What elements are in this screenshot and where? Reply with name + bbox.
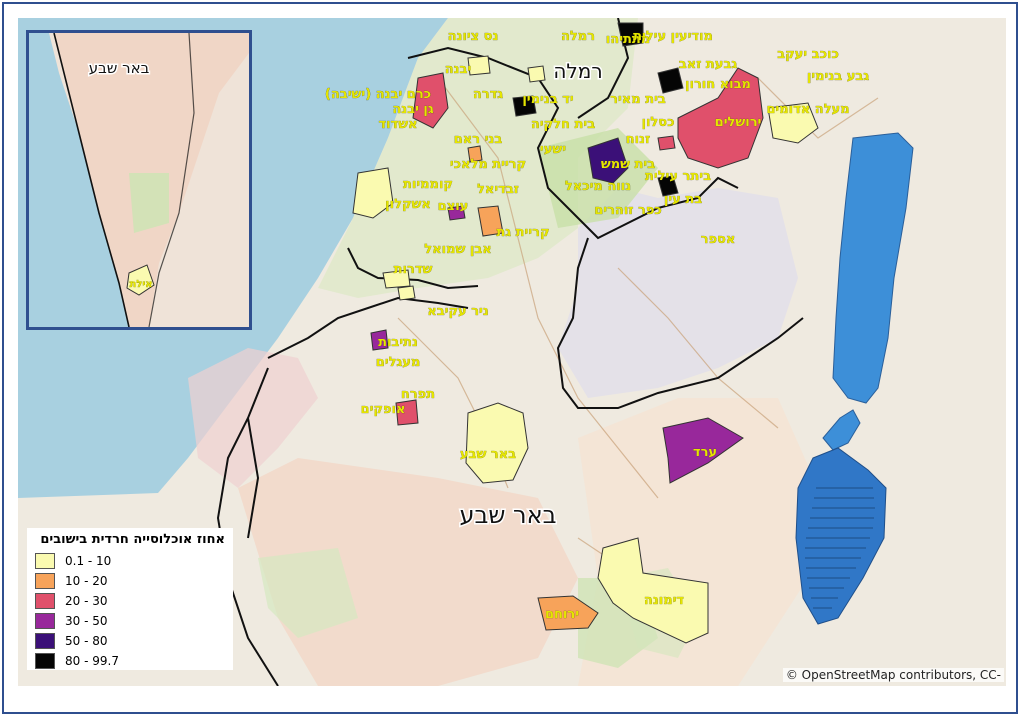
settlement-label: ישעי: [540, 142, 566, 157]
settlement-label: אבן שמואל: [424, 242, 491, 257]
legend-swatch: [35, 553, 55, 569]
settlement-label: קריית גת: [496, 225, 549, 240]
settlement-label: ניר עקיבא: [427, 304, 489, 319]
dead-sea-north: [832, 132, 914, 404]
settlement-label: גבע בנימין: [807, 69, 869, 84]
polygon-small-3: [657, 135, 676, 151]
legend-label: 30 - 50: [65, 614, 108, 628]
settlement-label: שדרות: [394, 262, 433, 277]
settlement-label: אשדוד: [378, 117, 417, 132]
settlement-label: גבעת זאב: [679, 57, 738, 72]
settlement-label: גדרה: [473, 87, 503, 102]
settlement-label: אשקלון: [385, 197, 431, 212]
district-label-beer-sheva: באר שבע: [460, 501, 557, 529]
settlement-label: כרם יבנה (ישיבה): [325, 87, 431, 102]
legend-label: 50 - 80: [65, 634, 108, 648]
settlement-label: נתיבות: [378, 335, 418, 350]
inset-map: באר שבע אילת: [26, 30, 252, 330]
legend-label: 20 - 30: [65, 594, 108, 608]
legend-swatch: [35, 573, 55, 589]
settlement-label: נס ציונה: [448, 29, 499, 44]
settlement-label: יבנה: [445, 62, 472, 77]
settlement-label: כוכב יעקב: [777, 47, 839, 62]
settlement-label: דימונה: [644, 593, 685, 608]
inset-map-svg: באר שבע אילת: [29, 33, 249, 327]
settlement-label: בית מאיר: [610, 92, 666, 107]
settlement-label: ביתר עילית: [645, 169, 711, 184]
settlement-label: מעגלים: [376, 355, 421, 370]
district-label-ramla: רמלה: [553, 59, 602, 83]
map-attribution[interactable]: © OpenStreetMap contributors, CC-: [782, 668, 1004, 682]
polygon-small-1: [527, 65, 546, 83]
legend-item: 10 - 20: [35, 571, 225, 591]
settlement-label: מודיעין עילית: [633, 29, 713, 44]
settlement-label: זנוח: [626, 132, 651, 147]
legend-swatch: [35, 593, 55, 609]
settlement-label: גן יבנה: [392, 102, 434, 117]
settlement-label: נווה מיכאל: [565, 179, 631, 194]
legend-label: 80 - 99.7: [65, 654, 119, 668]
legend-rows: 0.1 - 10 10 - 20 20 - 30 30 - 50 50 - 80 80 -…: [35, 551, 225, 671]
settlement-label: עוצם: [438, 199, 469, 214]
settlement-label: באר שבע: [460, 447, 516, 462]
settlement-label: ירוחם: [545, 607, 579, 622]
legend-swatch: [35, 653, 55, 669]
settlement-label: זבדיאל: [477, 182, 519, 197]
settlement-label: בני ראם: [454, 132, 503, 147]
settlement-label: אספר: [701, 232, 736, 247]
legend-label: 10 - 20: [65, 574, 108, 588]
legend-title: אחוז אוכלוסייה חרדית בישובים: [40, 532, 225, 547]
settlement-label: רמלה: [561, 29, 595, 44]
settlement-label: תפרח: [401, 387, 435, 402]
inset-district-label: באר שבע: [89, 59, 150, 77]
settlement-label: ירושלים: [715, 115, 762, 130]
inset-town-label: אילת: [129, 279, 152, 290]
settlement-label: מבוא חורון: [685, 77, 751, 92]
polygon-beer-sheva: [465, 402, 529, 484]
settlement-label: בת עין: [664, 192, 702, 207]
legend-label: 0.1 - 10: [65, 554, 112, 568]
settlement-label: בית חלקיה: [531, 117, 595, 132]
legend-swatch: [35, 613, 55, 629]
legend-item: 30 - 50: [35, 611, 225, 631]
settlement-label: ערד: [693, 445, 717, 460]
settlement-label: יד בנימין: [522, 92, 573, 107]
settlement-label: מעלה אדומים: [766, 102, 849, 117]
settlement-label: כפר זוהרים: [594, 203, 662, 218]
settlement-label: אופקים: [361, 402, 406, 417]
legend-item: 20 - 30: [35, 591, 225, 611]
legend-swatch: [35, 633, 55, 649]
legend-item: 0.1 - 10: [35, 551, 225, 571]
inset-green: [129, 173, 169, 233]
settlement-label: קוממיות: [403, 177, 453, 192]
polygon-small-2: [467, 55, 491, 76]
legend-item: 50 - 80: [35, 631, 225, 651]
dead-sea-south: [795, 447, 887, 625]
settlement-label: כסלון: [642, 115, 675, 130]
dead-sea-middle: [822, 409, 861, 451]
polygon-small-4: [397, 285, 416, 301]
legend: אחוז אוכלוסייה חרדית בישובים 0.1 - 10 10 …: [27, 528, 233, 670]
legend-item: 80 - 99.7: [35, 651, 225, 671]
settlement-label: קריית מלאכי: [450, 157, 526, 172]
